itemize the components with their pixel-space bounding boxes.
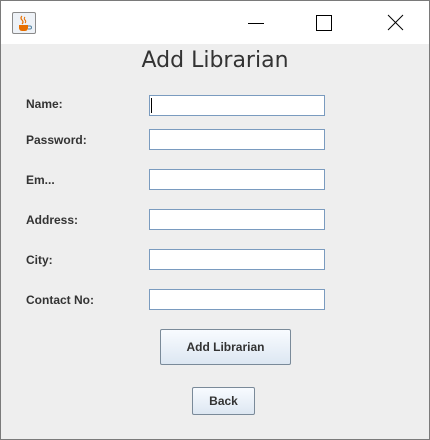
city-label: City: xyxy=(26,253,53,267)
maximize-button[interactable] xyxy=(299,1,345,44)
maximize-icon xyxy=(316,15,332,31)
password-label: Password: xyxy=(26,133,87,147)
password-input[interactable] xyxy=(149,129,325,150)
close-icon xyxy=(387,14,404,31)
address-input[interactable] xyxy=(149,209,325,230)
text-caret xyxy=(151,98,152,113)
back-button[interactable]: Back xyxy=(192,387,255,415)
close-button[interactable] xyxy=(371,1,417,44)
form-title: Add Librarian xyxy=(141,48,289,73)
name-label: Name: xyxy=(26,97,63,111)
minimize-icon xyxy=(248,23,264,24)
add-librarian-button[interactable]: Add Librarian xyxy=(160,329,291,365)
java-cup-icon xyxy=(12,12,36,34)
address-label: Address: xyxy=(26,213,79,227)
email-input[interactable] xyxy=(149,169,325,190)
title-bar[interactable] xyxy=(1,1,429,44)
minimize-button[interactable] xyxy=(231,1,277,44)
contact-no-input[interactable] xyxy=(149,289,325,310)
email-label: Em... xyxy=(26,173,55,187)
city-input[interactable] xyxy=(149,249,325,270)
contact-no-label: Contact No: xyxy=(26,293,94,307)
name-input[interactable] xyxy=(149,95,325,116)
